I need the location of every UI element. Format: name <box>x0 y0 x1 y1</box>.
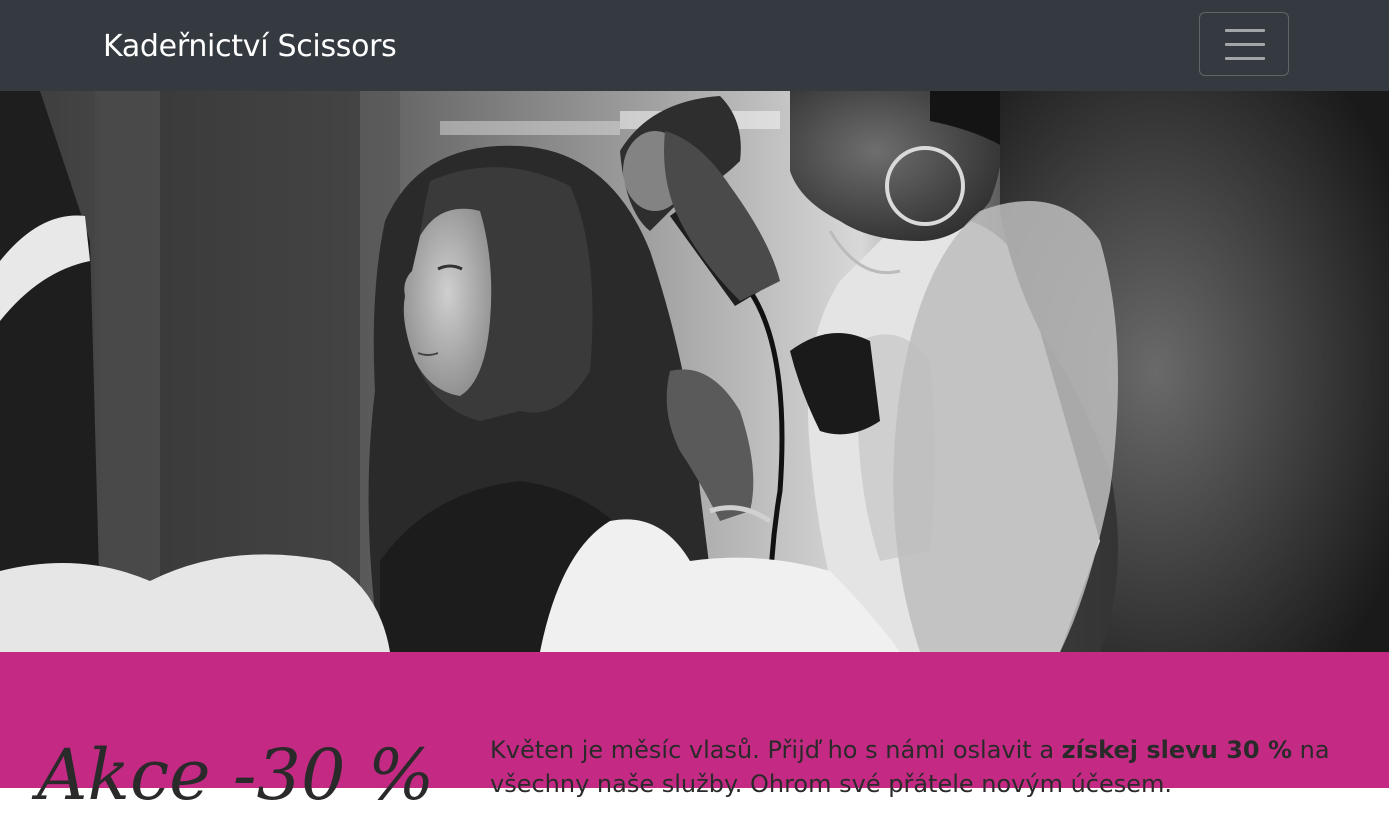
promo-text: Květen je měsíc vlasů. Přijď ho s námi o… <box>490 733 1340 801</box>
promo-heading: Akce -30 % <box>37 734 435 816</box>
hero-image <box>0 91 1389 652</box>
hamburger-menu-icon <box>1225 29 1265 61</box>
brand-link[interactable]: Kadeřnictví Scissors <box>103 27 397 67</box>
promo-discount-highlight: získej slevu 30 % <box>1061 736 1292 764</box>
navbar: Kadeřnictví Scissors <box>0 0 1389 91</box>
navbar-toggle-button[interactable] <box>1199 12 1289 76</box>
promo-text-intro: Květen je měsíc vlasů. Přijď ho s námi o… <box>490 736 1062 764</box>
